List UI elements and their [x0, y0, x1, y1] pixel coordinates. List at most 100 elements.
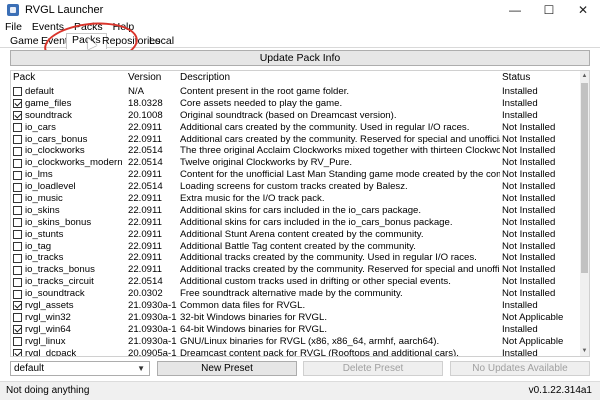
table-row[interactable]: io_skins 22.0911 Additional skins for cars…: [11, 205, 581, 217]
table-row[interactable]: rvgl_assets 21.0930a-1 Common data files f…: [11, 300, 581, 312]
status-cell: Not Installed: [502, 157, 556, 169]
table-row[interactable]: io_cars 22.0911 Additional cars created by…: [11, 122, 581, 134]
pack-name: io_cars_bonus: [25, 133, 88, 145]
pack-checkbox[interactable]: [13, 325, 22, 335]
pack-name: io_skins_bonus: [25, 216, 92, 228]
status-cell: Not Installed: [502, 121, 556, 133]
description-cell: Additional cars created by the community…: [180, 121, 470, 133]
new-preset-button[interactable]: New Preset: [157, 361, 297, 376]
pack-checkbox[interactable]: [13, 277, 22, 287]
scroll-up-icon[interactable]: ▲: [580, 71, 589, 81]
scroll-down-icon[interactable]: ▼: [580, 346, 589, 356]
description-cell: Extra music for the I/O track pack.: [180, 193, 325, 205]
table-row[interactable]: io_cars_bonus 22.0911 Additional cars crea…: [11, 134, 581, 146]
table-row[interactable]: default N/A Content present in the root ga…: [11, 86, 581, 98]
pack-checkbox[interactable]: [13, 194, 22, 204]
menu-bar: File Events Packs Help: [0, 20, 600, 34]
version-cell: 20.1008: [128, 109, 163, 121]
header-status[interactable]: Status: [502, 72, 530, 83]
table-row[interactable]: rvgl_dcpack 20.0905a-1 Dreamcast content p…: [11, 348, 581, 356]
menu-events[interactable]: Events: [27, 21, 69, 33]
version-cell: 22.0514: [128, 145, 163, 157]
pack-checkbox[interactable]: [13, 182, 22, 192]
table-row[interactable]: rvgl_win32 21.0930a-1 32-bit Windows binar…: [11, 312, 581, 324]
status-cell: Not Applicable: [502, 335, 564, 347]
table-row[interactable]: io_music 22.0911 Extra music for the I/O t…: [11, 193, 581, 205]
table-row[interactable]: rvgl_linux 21.0930a-1 GNU/Linux binaries f…: [11, 336, 581, 348]
table-body: default N/A Content present in the root ga…: [11, 86, 581, 356]
table-row[interactable]: io_stunts 22.0911 Additional Stunt Arena c…: [11, 229, 581, 241]
table-row[interactable]: soundtrack 20.1008 Original soundtrack (ba…: [11, 110, 581, 122]
table-row[interactable]: io_clockworks 22.0514 The three original A…: [11, 145, 581, 157]
close-button[interactable]: ✕: [566, 0, 600, 20]
pack-checkbox[interactable]: [13, 265, 22, 275]
pack-checkbox[interactable]: [13, 253, 22, 263]
delete-preset-button[interactable]: Delete Preset: [303, 361, 443, 376]
scroll-thumb[interactable]: [581, 83, 588, 273]
menu-file[interactable]: File: [0, 21, 27, 33]
vertical-scrollbar[interactable]: ▲ ▼: [580, 71, 589, 356]
menu-help[interactable]: Help: [108, 21, 140, 33]
pack-cell: io_lms: [13, 169, 126, 181]
pack-cell: io_loadlevel: [13, 181, 126, 193]
table-row[interactable]: io_skins_bonus 22.0911 Additional skins fo…: [11, 217, 581, 229]
pack-checkbox[interactable]: [13, 135, 22, 144]
maximize-button[interactable]: ☐: [532, 0, 566, 20]
menu-packs[interactable]: Packs: [69, 21, 108, 33]
pack-cell: io_skins: [13, 205, 126, 217]
table-row[interactable]: io_loadlevel 22.0514 Loading screens for c…: [11, 181, 581, 193]
description-cell: Loading screens for custom tracks create…: [180, 181, 408, 193]
version-cell: 22.0911: [128, 204, 162, 216]
pack-checkbox[interactable]: [13, 230, 22, 240]
description-cell: Additional tracks created by the communi…: [180, 252, 477, 264]
pack-name: io_lms: [25, 169, 53, 181]
pack-checkbox[interactable]: [13, 170, 22, 180]
status-cell: Not Installed: [502, 145, 556, 157]
version-cell: 22.0514: [128, 181, 163, 193]
header-version[interactable]: Version: [128, 72, 161, 83]
table-row[interactable]: io_tracks_circuit 22.0514 Additional custo…: [11, 276, 581, 288]
table-row[interactable]: io_tracks_bonus 22.0911 Additional tracks …: [11, 264, 581, 276]
pack-cell: io_cars_bonus: [13, 134, 126, 146]
pack-checkbox[interactable]: [13, 337, 22, 347]
pack-cell: io_tracks_circuit: [13, 276, 126, 288]
minimize-button[interactable]: —: [498, 0, 532, 20]
status-cell: Not Installed: [502, 169, 556, 181]
table-row[interactable]: io_tag 22.0911 Additional Battle Tag conte…: [11, 241, 581, 253]
pack-checkbox[interactable]: [13, 206, 22, 216]
tab-local[interactable]: Local: [143, 34, 180, 48]
pack-checkbox[interactable]: [13, 313, 22, 323]
table-row[interactable]: game_files 18.0328 Core assets needed to p…: [11, 98, 581, 110]
version-cell: 21.0930a-1: [128, 311, 177, 323]
pack-name: io_skins: [25, 204, 60, 216]
pack-cell: io_tag: [13, 241, 126, 253]
pack-checkbox[interactable]: [13, 242, 22, 252]
pack-checkbox[interactable]: [13, 218, 22, 228]
table-row[interactable]: io_tracks 22.0911 Additional tracks create…: [11, 252, 581, 264]
no-updates-button[interactable]: No Updates Available: [450, 361, 590, 376]
preset-select[interactable]: default ▼: [10, 361, 150, 376]
pack-checkbox[interactable]: [13, 146, 22, 156]
status-cell: Installed: [502, 86, 538, 97]
pack-checkbox[interactable]: [13, 111, 22, 121]
table-row[interactable]: io_lms 22.0911 Content for the unofficial …: [11, 169, 581, 181]
pack-checkbox[interactable]: [13, 301, 22, 311]
table-row[interactable]: io_soundtrack 20.0302 Free soundtrack alte…: [11, 288, 581, 300]
table-row[interactable]: io_clockworks_modern 22.0514 Twelve origin…: [11, 157, 581, 169]
header-description[interactable]: Description: [180, 72, 230, 83]
pack-name: default: [25, 86, 54, 97]
pack-checkbox[interactable]: [13, 349, 22, 356]
pack-checkbox[interactable]: [13, 123, 22, 133]
update-pack-info-button[interactable]: Update Pack Info: [10, 50, 590, 66]
pack-cell: rvgl_linux: [13, 336, 126, 348]
preset-select-value: default: [14, 363, 45, 374]
pack-checkbox[interactable]: [13, 87, 22, 97]
pack-cell: rvgl_dcpack: [13, 348, 126, 356]
header-pack[interactable]: Pack: [13, 72, 35, 83]
pack-checkbox[interactable]: [13, 289, 22, 299]
pack-checkbox[interactable]: [13, 158, 22, 168]
table-row[interactable]: rvgl_win64 21.0930a-1 64-bit Windows binar…: [11, 324, 581, 336]
version-cell: 20.0302: [128, 288, 163, 300]
status-cell: Not Installed: [502, 252, 556, 264]
pack-checkbox[interactable]: [13, 99, 22, 109]
